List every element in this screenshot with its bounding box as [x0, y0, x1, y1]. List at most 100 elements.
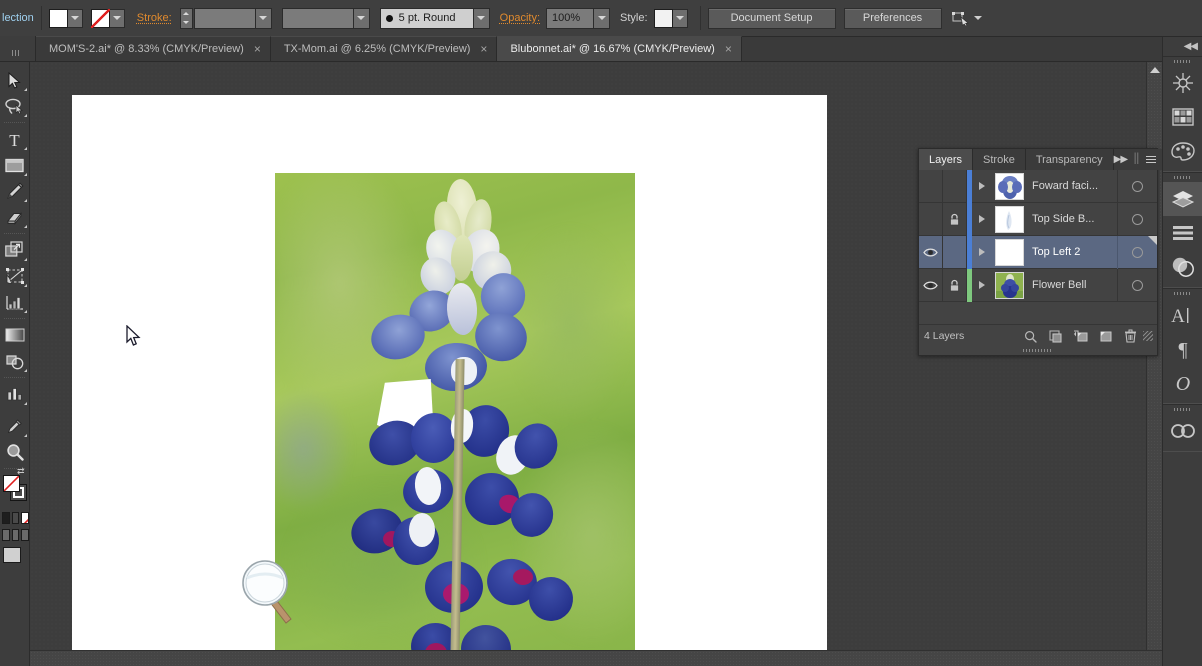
- stroke-profile-value[interactable]: [282, 8, 353, 28]
- artboard[interactable]: [72, 95, 827, 666]
- bar-graph-tool[interactable]: [0, 381, 29, 407]
- eyedropper-tool[interactable]: [0, 413, 29, 439]
- paragraph-icon[interactable]: ¶: [1163, 332, 1202, 366]
- layer-visibility-toggle[interactable]: [919, 235, 943, 269]
- document-tab-2[interactable]: Blubonnet.ai* @ 16.67% (CMYK/Preview) ×: [497, 36, 742, 61]
- layer-name[interactable]: Foward faci...: [1026, 180, 1117, 192]
- eraser-tool[interactable]: [0, 204, 29, 230]
- layer-target-indicator[interactable]: [1117, 235, 1157, 269]
- zoom-tool[interactable]: [0, 439, 29, 465]
- bluebonnet-photo[interactable]: [275, 173, 635, 666]
- layer-target-indicator[interactable]: [1117, 202, 1157, 236]
- layer-expand-arrow[interactable]: [972, 269, 992, 302]
- collapse-panel-icon[interactable]: ▶▶: [1114, 154, 1128, 165]
- screen-mode-buttons[interactable]: [2, 529, 30, 541]
- preferences-button[interactable]: Preferences: [843, 7, 942, 29]
- layer-name[interactable]: Top Left 2: [1026, 246, 1117, 258]
- rectangle-tool[interactable]: [0, 152, 29, 178]
- close-icon[interactable]: ×: [254, 43, 261, 55]
- dock-group-grip[interactable]: [1163, 173, 1202, 182]
- selection-tool[interactable]: [0, 67, 29, 93]
- brush-definition-dropdown-arrow[interactable]: [472, 8, 489, 28]
- dock-group-grip[interactable]: [1163, 405, 1202, 414]
- brush-definition-combo[interactable]: 5 pt. Round: [379, 7, 490, 29]
- blend-tool[interactable]: [0, 348, 29, 374]
- layer-list-empty-area[interactable]: [919, 302, 1157, 325]
- create-new-sublayer-icon[interactable]: [1068, 326, 1093, 346]
- layers-icon[interactable]: [1163, 182, 1202, 216]
- gradient-button[interactable]: [11, 512, 20, 524]
- swatches-icon[interactable]: [1163, 100, 1202, 134]
- close-icon[interactable]: ×: [725, 43, 732, 55]
- brush-definition-value[interactable]: 5 pt. Round: [380, 8, 473, 28]
- layer-lock-toggle[interactable]: [943, 268, 967, 302]
- expand-panels-icon[interactable]: ◀◀: [1184, 41, 1198, 52]
- gradient-tool[interactable]: [0, 322, 29, 348]
- color-guide-icon[interactable]: [1163, 134, 1202, 168]
- opacity-dropdown-arrow[interactable]: [593, 8, 610, 28]
- panel-drag-grip[interactable]: [919, 347, 1157, 353]
- draw-behind-icon[interactable]: [11, 529, 20, 541]
- tab-bar-grip[interactable]: [0, 36, 36, 61]
- color-mode-buttons[interactable]: [2, 512, 30, 524]
- layer-lock-toggle[interactable]: [943, 235, 967, 269]
- locate-object-icon[interactable]: [1018, 326, 1043, 346]
- draw-normal-icon[interactable]: [2, 529, 10, 541]
- layer-lock-toggle[interactable]: [943, 202, 967, 236]
- delete-selection-icon[interactable]: [1118, 326, 1143, 346]
- fill-swatch[interactable]: [48, 8, 68, 28]
- glyphs-icon[interactable]: O: [1163, 366, 1202, 400]
- fill-dropdown-arrow[interactable]: [67, 8, 83, 28]
- stroke-profile-dropdown-arrow[interactable]: [352, 8, 369, 28]
- layer-row-0[interactable]: Foward faci...: [919, 169, 1157, 203]
- layer-name[interactable]: Flower Bell: [1026, 279, 1117, 291]
- free-transform-tool[interactable]: [0, 237, 29, 263]
- column-graph-tool[interactable]: [0, 289, 29, 315]
- layer-visibility-toggle[interactable]: [919, 169, 943, 203]
- stroke-dropdown-arrow[interactable]: [109, 8, 125, 28]
- layer-row-2[interactable]: Top Left 2: [919, 235, 1157, 269]
- stroke-profile-combo[interactable]: [281, 7, 370, 29]
- layer-expand-arrow[interactable]: [972, 170, 992, 203]
- layer-target-indicator[interactable]: [1117, 169, 1157, 203]
- graphic-style-dropdown-arrow[interactable]: [672, 8, 688, 28]
- draw-inside-icon[interactable]: [21, 529, 30, 541]
- layer-lock-toggle[interactable]: [943, 169, 967, 203]
- canvas-horizontal-scrollbar[interactable]: [30, 650, 1162, 666]
- layer-expand-arrow[interactable]: [972, 203, 992, 236]
- magnifier-graphic[interactable]: [238, 556, 308, 628]
- type-tool[interactable]: T: [0, 126, 29, 152]
- layer-name[interactable]: Top Side B...: [1026, 213, 1117, 225]
- scroll-up-arrow-icon[interactable]: [1147, 62, 1162, 78]
- stroke-swatch-group[interactable]: [90, 8, 125, 28]
- align-icon[interactable]: [1163, 216, 1202, 250]
- pencil-tool[interactable]: [0, 178, 29, 204]
- change-screen-mode-button[interactable]: [3, 547, 21, 563]
- color-button[interactable]: [2, 512, 10, 524]
- layer-target-indicator[interactable]: [1117, 268, 1157, 302]
- fill-indicator-swatch[interactable]: [3, 475, 20, 492]
- document-tab-1[interactable]: TX-Mom.ai @ 6.25% (CMYK/Preview) ×: [270, 36, 498, 61]
- layer-row-1[interactable]: Top Side B...: [919, 202, 1157, 236]
- tab-stroke[interactable]: Stroke: [973, 149, 1026, 170]
- layer-row-3[interactable]: Flower Bell: [919, 268, 1157, 302]
- opacity-value[interactable]: 100%: [547, 8, 594, 28]
- lasso-tool[interactable]: [0, 93, 29, 119]
- perspective-grid-tool[interactable]: [0, 263, 29, 289]
- fill-stroke-indicator[interactable]: ⇄: [3, 466, 27, 505]
- document-tab-0[interactable]: MOM'S-2.ai* @ 8.33% (CMYK/Preview) ×: [36, 36, 271, 61]
- stroke-label[interactable]: Stroke:: [137, 12, 172, 24]
- stroke-weight-stepper[interactable]: [179, 7, 193, 29]
- layer-expand-arrow[interactable]: [972, 236, 992, 269]
- links-icon[interactable]: [1163, 414, 1202, 448]
- close-icon[interactable]: ×: [480, 43, 487, 55]
- transform-options-icon[interactable]: [951, 10, 982, 26]
- stroke-weight-combo[interactable]: [193, 7, 272, 29]
- stroke-weight-value[interactable]: [194, 8, 255, 28]
- stroke-swatch-none[interactable]: [90, 8, 110, 28]
- none-button[interactable]: [21, 512, 30, 524]
- document-setup-button[interactable]: Document Setup: [707, 7, 836, 29]
- dock-group-grip[interactable]: [1163, 57, 1202, 66]
- stroke-weight-dropdown-arrow[interactable]: [254, 8, 271, 28]
- character-icon[interactable]: A: [1163, 298, 1202, 332]
